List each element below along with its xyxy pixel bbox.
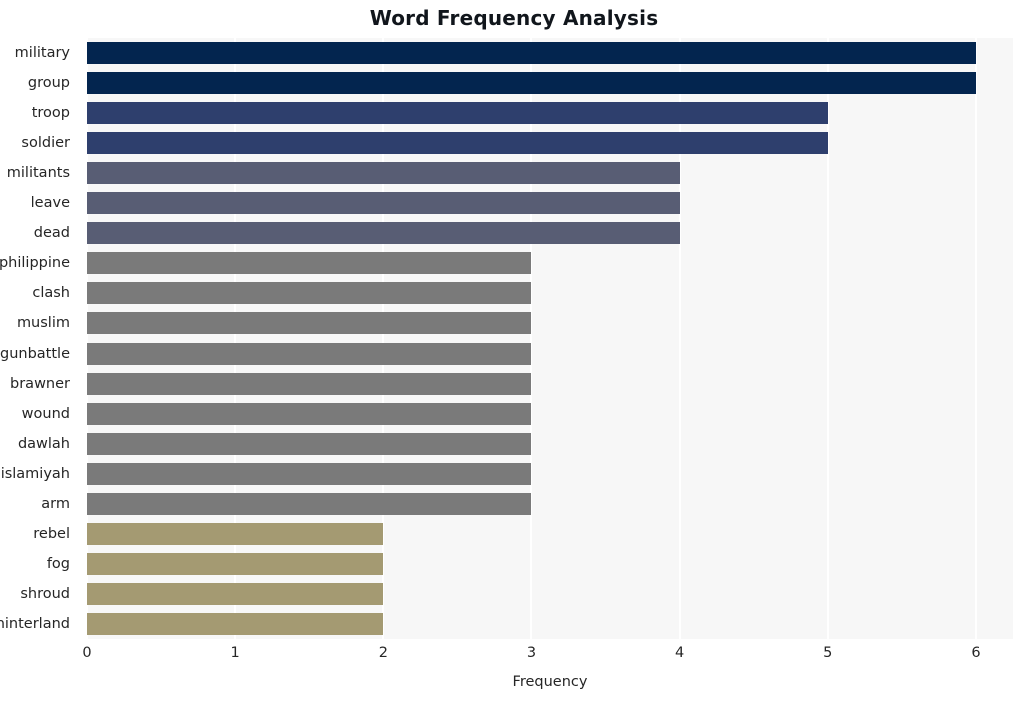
- y-tick-label-gunbattle: gunbattle: [0, 345, 70, 362]
- bar-dawlah[interactable]: [87, 432, 532, 455]
- bar-row: [87, 102, 1013, 125]
- bar-troop[interactable]: [87, 102, 828, 125]
- chart-figure: Word Frequency Analysis military group tro…: [0, 0, 1028, 701]
- bar-leave[interactable]: [87, 192, 680, 215]
- x-tick-label-6: 6: [971, 645, 981, 661]
- y-tick-label-muslim: muslim: [16, 315, 70, 332]
- bar-row: [87, 162, 1013, 185]
- y-tick-label-philippine: philippine: [0, 255, 70, 272]
- x-tick-label-5: 5: [823, 645, 833, 661]
- x-tick-label-0: 0: [82, 645, 92, 661]
- y-tick-label-group: group: [27, 75, 70, 92]
- y-tick-label-wound: wound: [21, 405, 70, 422]
- bar-row: [87, 582, 1013, 605]
- bar-row: [87, 372, 1013, 395]
- bar-row: [87, 522, 1013, 545]
- y-tick-label-dead: dead: [33, 225, 70, 242]
- y-tick-label-brawner: brawner: [10, 375, 70, 392]
- bar-row: [87, 402, 1013, 425]
- y-axis: military group troop soldier militants leave d…: [0, 38, 79, 639]
- bar-dead[interactable]: [87, 222, 680, 245]
- bar-wound[interactable]: [87, 402, 532, 425]
- plot-area: [87, 38, 1013, 639]
- x-axis-title: Frequency: [512, 674, 588, 690]
- bar-muslim[interactable]: [87, 312, 532, 335]
- y-tick-label-shroud: shroud: [20, 585, 70, 602]
- bar-philippine[interactable]: [87, 252, 532, 275]
- bar-row: [87, 492, 1013, 515]
- y-tick-label-hinterland: hinterland: [0, 615, 70, 632]
- bar-arm[interactable]: [87, 492, 532, 515]
- x-tick-label-1: 1: [230, 645, 240, 661]
- bar-row: [87, 552, 1013, 575]
- x-axis: 0 1 2 3 4 5 6: [82, 639, 1013, 667]
- bar-clash[interactable]: [87, 282, 532, 305]
- y-tick-label-leave: leave: [30, 195, 70, 212]
- y-tick-label-clash: clash: [32, 285, 70, 302]
- bar-row: [87, 282, 1013, 305]
- bar-islamiyah[interactable]: [87, 462, 532, 485]
- bar-militants[interactable]: [87, 162, 680, 185]
- x-tick-label-3: 3: [526, 645, 537, 661]
- bar-hinterland[interactable]: [87, 612, 384, 635]
- bar-row: [87, 72, 1013, 95]
- bar-gunbattle[interactable]: [87, 342, 532, 365]
- bar-row: [87, 42, 1013, 65]
- y-tick-label-military: military: [14, 45, 70, 62]
- bar-row: [87, 432, 1013, 455]
- bar-row: [87, 462, 1013, 485]
- y-tick-label-arm: arm: [41, 495, 70, 512]
- bar-rebel[interactable]: [87, 522, 384, 545]
- bar-group[interactable]: [87, 72, 976, 95]
- y-tick-label-militants: militants: [6, 165, 70, 182]
- y-tick-label-fog: fog: [46, 555, 70, 572]
- y-tick-label-islamiyah: islamiyah: [0, 465, 70, 482]
- bar-shroud[interactable]: [87, 582, 384, 605]
- x-tick-label-4: 4: [675, 645, 685, 661]
- y-tick-label-soldier: soldier: [21, 135, 70, 152]
- bar-row: [87, 612, 1013, 635]
- y-tick-label-troop: troop: [31, 105, 70, 122]
- bar-fog[interactable]: [87, 552, 384, 575]
- bars-layer: [87, 38, 1013, 639]
- bar-row: [87, 222, 1013, 245]
- chart-title: Word Frequency Analysis: [369, 6, 659, 30]
- bar-soldier[interactable]: [87, 132, 828, 155]
- bar-row: [87, 132, 1013, 155]
- bar-row: [87, 342, 1013, 365]
- bar-row: [87, 312, 1013, 335]
- bar-row: [87, 252, 1013, 275]
- bar-brawner[interactable]: [87, 372, 532, 395]
- y-tick-label-dawlah: dawlah: [17, 435, 70, 452]
- bar-military[interactable]: [87, 42, 976, 65]
- bar-row: [87, 192, 1013, 215]
- y-tick-label-rebel: rebel: [33, 525, 70, 542]
- x-tick-label-2: 2: [378, 645, 388, 661]
